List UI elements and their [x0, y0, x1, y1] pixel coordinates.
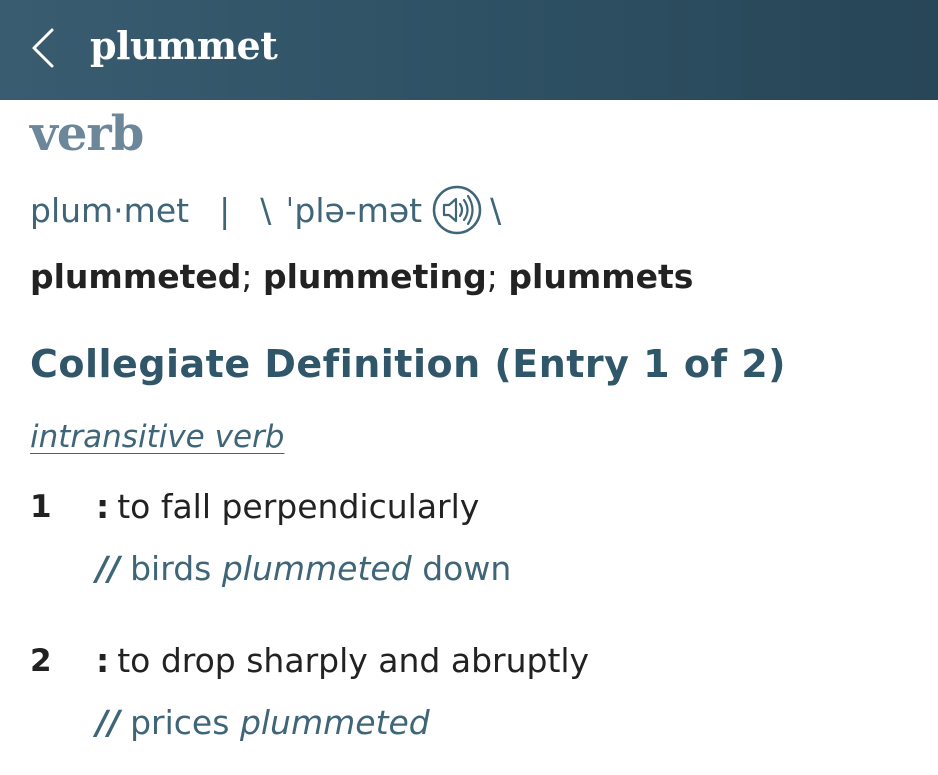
example-headword: plummeted — [239, 703, 430, 742]
inflection-separator: ; — [486, 257, 498, 296]
example-sentence: //birds plummeted down — [96, 546, 511, 592]
audio-play-button[interactable] — [432, 185, 482, 235]
pron-open-delimiter: \ — [260, 190, 272, 230]
app-header: plummet — [0, 0, 938, 100]
back-button[interactable] — [22, 22, 70, 74]
definition-text: to fall perpendicularly — [117, 487, 480, 526]
header-title: plummet — [90, 23, 278, 68]
pronunciation-row: plum·met | \ ˈplə-mət \ — [30, 184, 501, 236]
chevron-left-icon — [22, 22, 70, 74]
definition-text: to drop sharply and abruptly — [117, 641, 590, 680]
example-text: down — [422, 549, 512, 588]
sense-definition: : to drop sharply and abruptly — [96, 638, 589, 684]
sense-number: 1 — [30, 489, 52, 525]
speaker-icon — [432, 185, 482, 235]
part-of-speech-heading: verb — [30, 106, 144, 162]
sense-number: 2 — [30, 643, 52, 679]
inflection-word: plummeting — [262, 257, 487, 296]
example-sentence: //prices plummeted — [96, 700, 430, 746]
inflections: plummeted; plummeting; plummets — [30, 254, 693, 300]
inflection-word: plummets — [508, 257, 694, 296]
separator: | — [219, 190, 231, 230]
definition-colon: : — [96, 487, 110, 526]
definition-section-title: Collegiate Definition (Entry 1 of 2) — [30, 342, 787, 386]
sense-definition: : to fall perpendicularly — [96, 484, 479, 530]
example-marker: // — [96, 703, 121, 742]
definition-colon: : — [96, 641, 110, 680]
example-text: prices — [130, 703, 230, 742]
pronunciation-text: ˈplə-mət — [285, 190, 423, 230]
inflection-word: plummeted — [30, 257, 242, 296]
example-marker: // — [96, 549, 121, 588]
inflection-separator: ; — [241, 257, 253, 296]
example-text: birds — [130, 549, 212, 588]
syllable-breakdown: plum·met — [30, 190, 190, 230]
function-label-link[interactable]: intransitive verb — [30, 414, 284, 460]
example-headword: plummeted — [221, 549, 412, 588]
pron-close-delimiter: \ — [490, 190, 502, 230]
